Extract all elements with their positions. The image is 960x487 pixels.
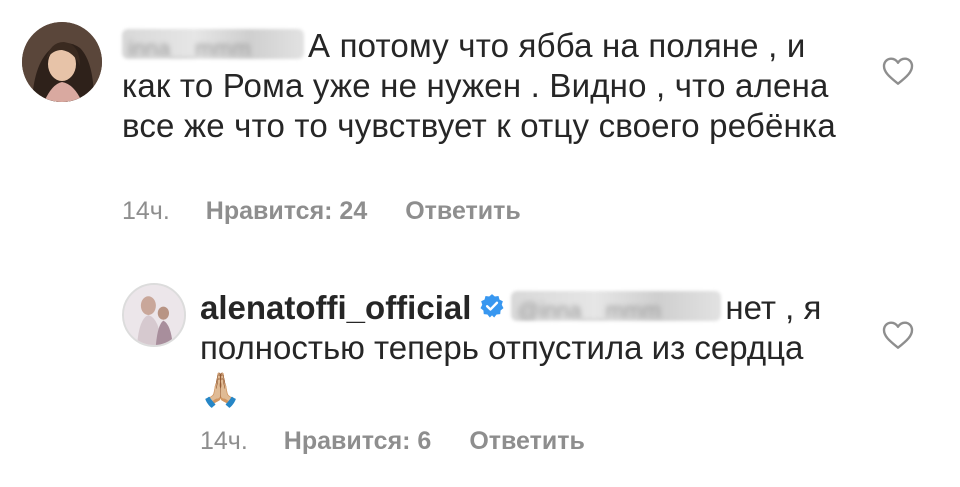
heart-outline-icon[interactable] — [882, 56, 914, 86]
comment-1-time: 14ч. — [122, 197, 170, 225]
praying-hands-emoji: 🙏🏼 — [200, 371, 242, 409]
comment-1-meta: 14ч. Нравится: 24 Ответить — [122, 197, 521, 226]
comment-1-avatar[interactable] — [22, 22, 102, 102]
comment-2-likes-button[interactable]: Нравится: 6 — [284, 427, 432, 456]
comment-2-time: 14ч. — [200, 427, 248, 455]
comment-1-likes-button[interactable]: Нравится: 24 — [206, 197, 367, 226]
comment-2-meta: 14ч. Нравится: 6 Ответить — [200, 427, 585, 456]
blurred-mention[interactable]: @inna__mmm — [511, 291, 722, 322]
verified-badge-icon — [480, 294, 504, 318]
comment-1-reply-button[interactable]: Ответить — [405, 197, 521, 226]
comment-2-reply-button[interactable]: Ответить — [469, 427, 585, 456]
heart-outline-icon[interactable] — [882, 320, 914, 350]
comment-1-text: inna__mmm А потому что ябба на поляне , и… — [122, 26, 842, 146]
comment-2-text: alenatoffi_official @inna__mmm нет , я пол… — [200, 288, 840, 410]
comment-2-username[interactable]: alenatoffi_official — [200, 289, 471, 326]
comment-2-avatar[interactable] — [122, 283, 186, 347]
blurred-username[interactable]: inna__mmm — [122, 29, 304, 60]
avatar-photo — [124, 285, 184, 345]
avatar-photo — [22, 22, 102, 102]
